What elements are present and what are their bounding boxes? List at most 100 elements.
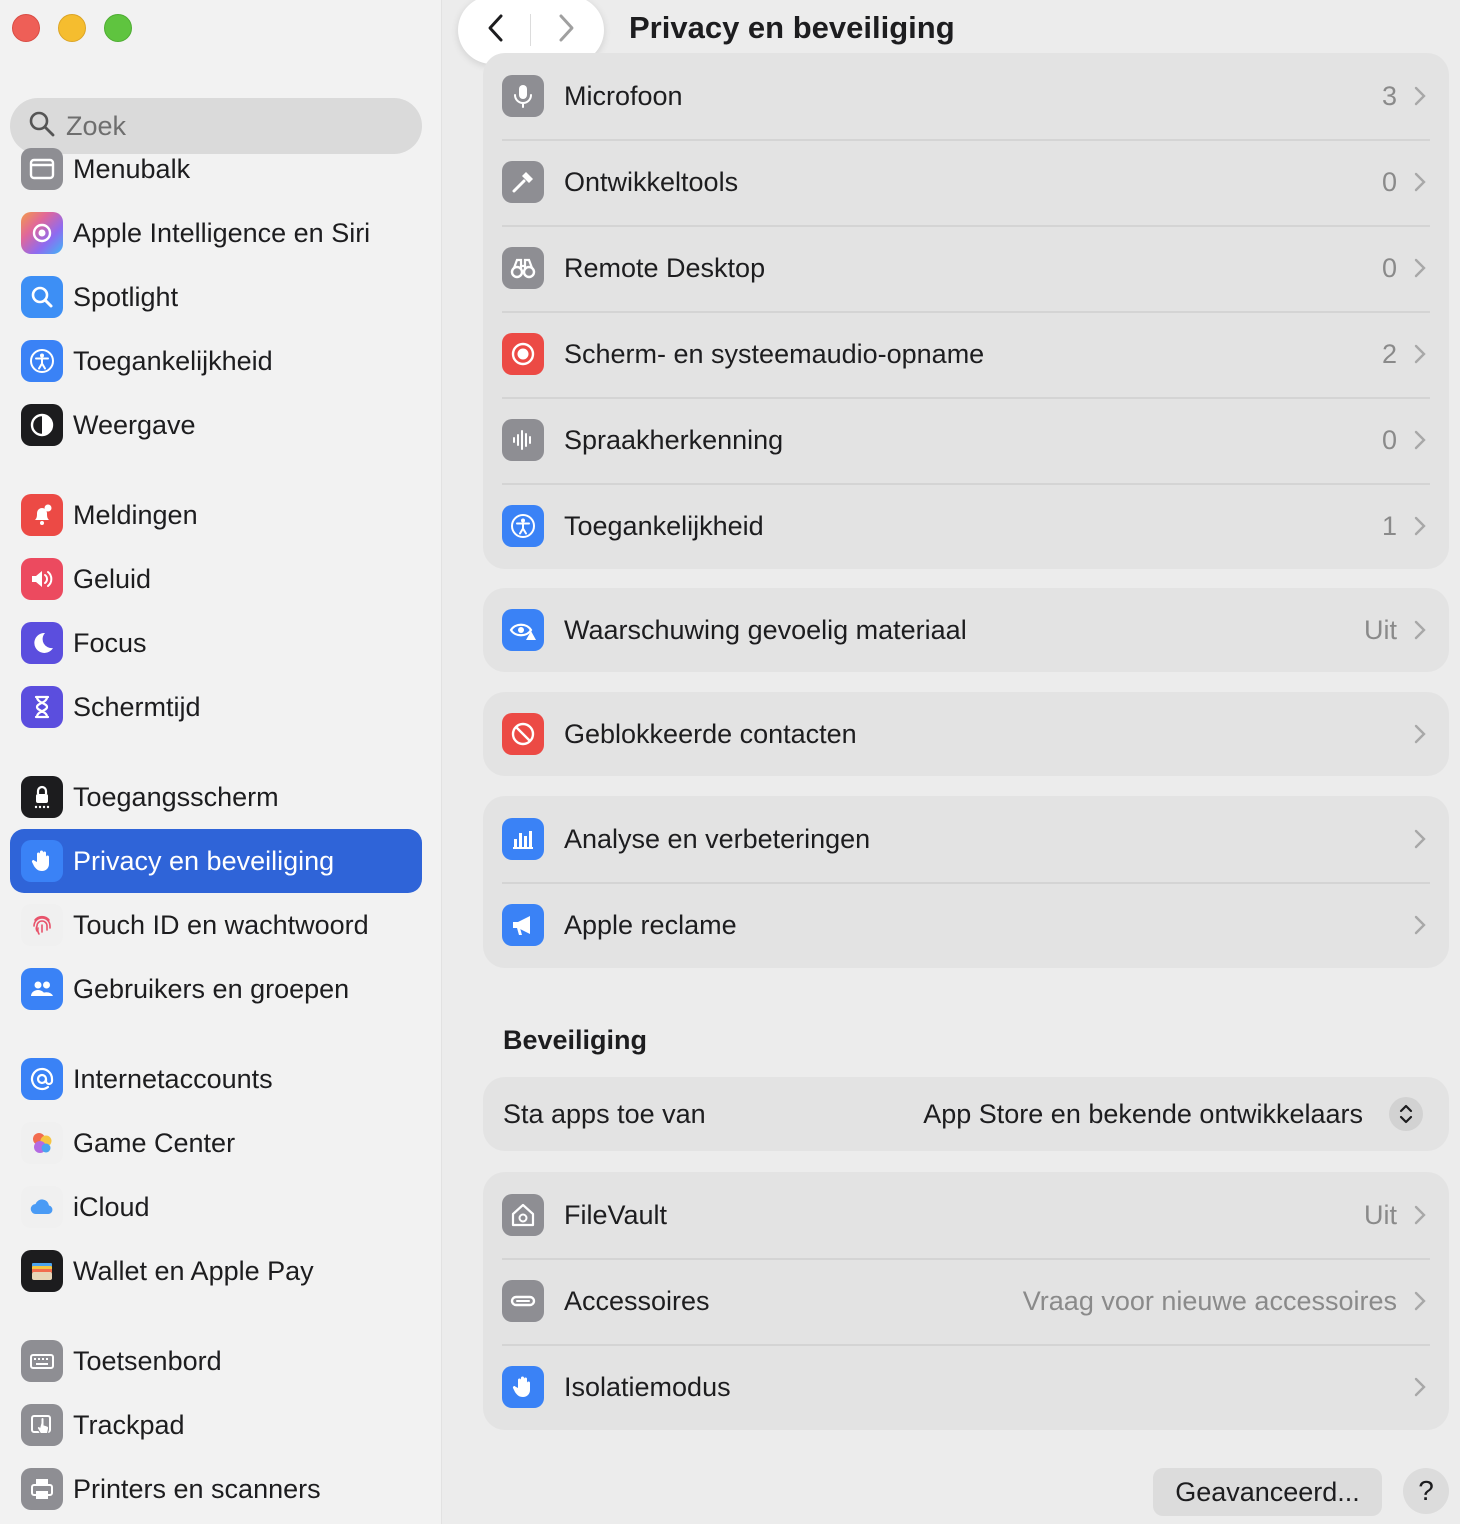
- sidebar-item-label: Privacy en beveiliging: [73, 845, 335, 876]
- security-heading: Beveiliging: [503, 1025, 648, 1055]
- sidebar-item-menubar[interactable]: Menubalk: [10, 137, 422, 201]
- sidebar-list: Menubalk Apple Intelligence en Siri Spot…: [10, 137, 422, 1521]
- appearance-icon: [21, 404, 63, 446]
- row-screen-recording[interactable]: Scherm- en systeemaudio-opname 2: [483, 311, 1449, 397]
- row-sensitive-content-warning[interactable]: Waarschuwing gevoelig materiaal Uit: [483, 588, 1449, 672]
- row-value: 1: [1381, 510, 1397, 541]
- row-speech-recognition[interactable]: Spraakherkenning 0: [483, 397, 1449, 483]
- house-safe-icon: [502, 1194, 544, 1236]
- row-label: Waarschuwing gevoelig materiaal: [564, 614, 967, 645]
- allow-apps-setting: Sta apps toe van App Store en bekende on…: [483, 1077, 1449, 1151]
- row-label: Toegankelijkheid: [564, 510, 764, 541]
- hand-icon: [502, 1366, 544, 1408]
- sidebar-item-label: Printers en scanners: [73, 1473, 321, 1504]
- zoom-window-button[interactable]: [104, 14, 132, 42]
- bar-chart-icon: [502, 818, 544, 860]
- sidebar-item-users[interactable]: Gebruikers en groepen: [10, 957, 422, 1021]
- row-microphone[interactable]: Microfoon 3: [483, 53, 1449, 139]
- row-developer-tools[interactable]: Ontwikkeltools 0: [483, 139, 1449, 225]
- sidebar-item-appearance[interactable]: Weergave: [10, 393, 422, 457]
- sidebar-item-lock-screen[interactable]: Toegangsscherm: [10, 765, 422, 829]
- sidebar-item-game-center[interactable]: Game Center: [10, 1111, 422, 1175]
- row-blocked-contacts[interactable]: Geblokkeerde contacten: [483, 692, 1449, 776]
- sidebar-item-icloud[interactable]: iCloud: [10, 1175, 422, 1239]
- chevron-left-icon: [488, 14, 503, 41]
- row-filevault[interactable]: FileVault Uit: [483, 1172, 1449, 1258]
- row-value: Uit: [1364, 614, 1397, 645]
- megaphone-icon: [502, 904, 544, 946]
- allow-apps-value[interactable]: App Store en bekende ontwikkelaars: [923, 1099, 1363, 1130]
- sidebar-item-label: Toegankelijkheid: [73, 345, 273, 376]
- accessibility-icon: [21, 340, 63, 382]
- hand-icon: [21, 840, 63, 882]
- back-button[interactable]: [483, 12, 509, 49]
- chevron-right-icon: [1414, 620, 1426, 640]
- sidebar-item-label: Focus: [73, 627, 147, 658]
- chevron-right-icon: [1414, 1291, 1426, 1311]
- trackpad-icon: [21, 1404, 63, 1446]
- sidebar-item-sound[interactable]: Geluid: [10, 547, 422, 611]
- forward-button[interactable]: [553, 12, 579, 49]
- sidebar-item-trackpad[interactable]: Trackpad: [10, 1393, 422, 1457]
- moon-icon: [21, 622, 63, 664]
- row-accessories[interactable]: Accessoires Vraag voor nieuwe accessoire…: [483, 1258, 1449, 1344]
- row-accessibility[interactable]: Toegankelijkheid 1: [483, 483, 1449, 569]
- row-label: Geblokkeerde contacten: [564, 718, 857, 749]
- sidebar-item-label: Spotlight: [73, 281, 179, 312]
- advanced-button[interactable]: Geavanceerd...: [1153, 1468, 1382, 1516]
- nav-divider: [530, 14, 532, 46]
- sidebar-item-printers[interactable]: Printers en scanners: [10, 1457, 422, 1521]
- siri-icon: [21, 212, 63, 254]
- magnifier-icon: [21, 276, 63, 318]
- lock-icon: [21, 776, 63, 818]
- analytics-group: Analyse en verbeteringen Apple reclame: [483, 796, 1449, 968]
- hourglass-icon: [21, 686, 63, 728]
- row-remote-desktop[interactable]: Remote Desktop 0: [483, 225, 1449, 311]
- users-icon: [21, 968, 63, 1010]
- sidebar-item-label: Schermtijd: [73, 691, 201, 722]
- row-label: Accessoires: [564, 1285, 710, 1316]
- close-window-button[interactable]: [12, 14, 40, 42]
- allow-apps-popup-button[interactable]: [1389, 1097, 1423, 1131]
- sidebar-item-screen-time[interactable]: Schermtijd: [10, 675, 422, 739]
- page-title: Privacy en beveiliging: [629, 10, 955, 45]
- sidebar-item-keyboard[interactable]: Toetsenbord: [10, 1329, 422, 1393]
- row-apple-advertising[interactable]: Apple reclame: [483, 882, 1449, 968]
- minimize-window-button[interactable]: [58, 14, 86, 42]
- microphone-icon: [502, 75, 544, 117]
- sidebar-item-label: Touch ID en wachtwoord: [73, 909, 369, 940]
- sidebar-item-notifications[interactable]: Meldingen: [10, 483, 422, 547]
- sidebar-item-label: Internetaccounts: [73, 1063, 273, 1094]
- up-down-chevron-icon: [1399, 1104, 1413, 1124]
- fingerprint-icon: [21, 904, 63, 946]
- sidebar: Zoek Menubalk Apple Intelligence en Siri…: [0, 0, 442, 1524]
- sidebar-item-privacy[interactable]: Privacy en beveiliging: [10, 829, 422, 893]
- speaker-icon: [21, 558, 63, 600]
- at-icon: [21, 1058, 63, 1100]
- row-label: Spraakherkenning: [564, 424, 784, 455]
- help-button[interactable]: ?: [1403, 1468, 1449, 1514]
- sidebar-item-spotlight[interactable]: Spotlight: [10, 265, 422, 329]
- row-analytics[interactable]: Analyse en verbeteringen: [483, 796, 1449, 882]
- sidebar-item-internet-accounts[interactable]: Internetaccounts: [10, 1047, 422, 1111]
- sidebar-item-focus[interactable]: Focus: [10, 611, 422, 675]
- chevron-right-icon: [1414, 258, 1426, 278]
- sidebar-item-accessibility[interactable]: Toegankelijkheid: [10, 329, 422, 393]
- sidebar-item-label: Weergave: [73, 409, 196, 440]
- cloud-icon: [21, 1186, 63, 1228]
- row-lockdown-mode[interactable]: Isolatiemodus: [483, 1344, 1449, 1430]
- content-pane: Privacy en beveiliging Microfoon 3 Ontwi…: [443, 0, 1460, 1524]
- row-label: Apple reclame: [564, 909, 737, 940]
- row-value: 2: [1381, 338, 1397, 369]
- chevron-right-icon: [559, 14, 574, 41]
- chevron-right-icon: [1414, 516, 1426, 536]
- sidebar-item-wallet[interactable]: Wallet en Apple Pay: [10, 1239, 422, 1303]
- sidebar-item-label: Meldingen: [73, 499, 198, 530]
- chevron-right-icon: [1414, 915, 1426, 935]
- sidebar-item-label: Game Center: [73, 1127, 236, 1158]
- sidebar-item-siri[interactable]: Apple Intelligence en Siri: [10, 201, 422, 265]
- privacy-permissions-group: Microfoon 3 Ontwikkeltools 0 Remote Desk…: [483, 53, 1449, 569]
- sidebar-item-touch-id[interactable]: Touch ID en wachtwoord: [10, 893, 422, 957]
- row-label: Isolatiemodus: [564, 1371, 731, 1402]
- row-value: 0: [1381, 424, 1397, 455]
